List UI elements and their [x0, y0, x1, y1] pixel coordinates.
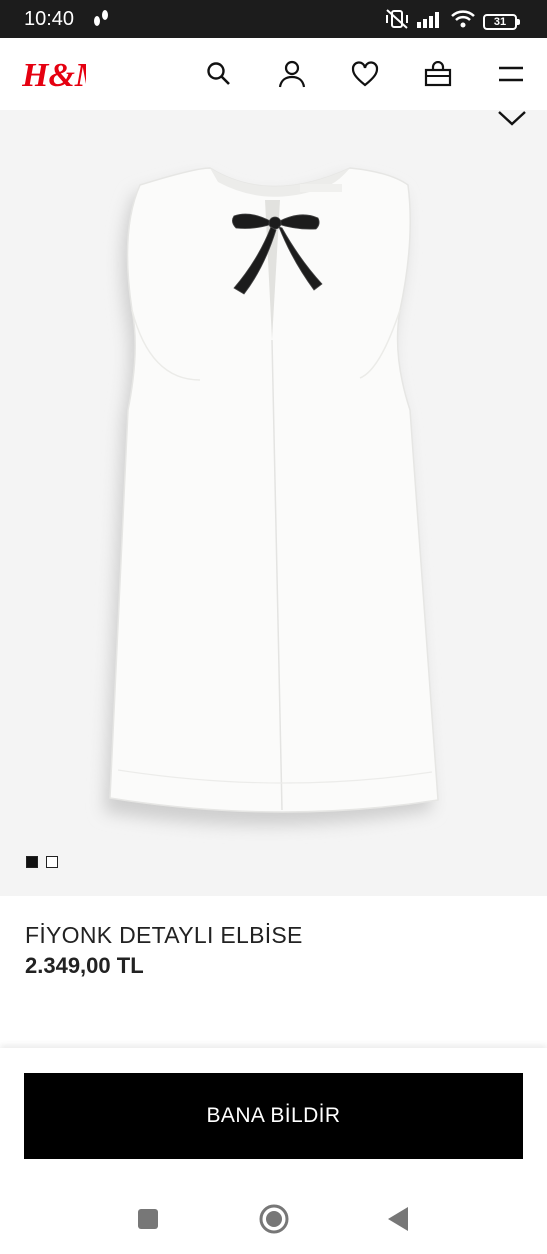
bottom-action-panel: BANA BİLDİR — [0, 1048, 547, 1178]
pagination-dot-active[interactable] — [26, 856, 38, 868]
product-image[interactable] — [0, 110, 547, 896]
status-bar: 10:40 31 — [0, 0, 547, 38]
notify-me-button[interactable]: BANA BİLDİR — [24, 1073, 523, 1159]
svg-text:H&M: H&M — [22, 57, 86, 94]
wifi-icon — [451, 10, 475, 33]
pagination-dot[interactable] — [46, 856, 58, 868]
chevron-down-icon[interactable] — [497, 110, 527, 133]
back-triangle-icon[interactable] — [381, 1202, 415, 1236]
hm-logo[interactable]: H&M — [21, 50, 107, 94]
app-header: H&M — [0, 38, 547, 110]
battery-icon: 31 — [483, 13, 520, 30]
image-pagination — [26, 856, 58, 868]
account-icon[interactable] — [276, 58, 308, 90]
mute-vibrate-icon — [385, 9, 409, 34]
menu-icon[interactable] — [495, 58, 527, 90]
product-price: 2.349,00 TL — [25, 953, 144, 978]
home-circle-icon[interactable] — [257, 1202, 291, 1236]
footsteps-icon — [92, 9, 110, 34]
heart-icon[interactable] — [349, 58, 381, 90]
status-time: 10:40 — [24, 8, 75, 30]
white-sleeveless-dress-with-black-bow — [104, 167, 439, 826]
status-icons: 31 — [385, 9, 520, 34]
search-icon[interactable] — [203, 58, 235, 90]
signal-icon — [417, 10, 443, 33]
system-nav-bar — [0, 1178, 547, 1254]
recents-square-icon[interactable] — [131, 1202, 165, 1236]
product-name: FİYONK DETAYLI ELBİSE — [25, 922, 303, 948]
bag-icon[interactable] — [422, 58, 454, 90]
